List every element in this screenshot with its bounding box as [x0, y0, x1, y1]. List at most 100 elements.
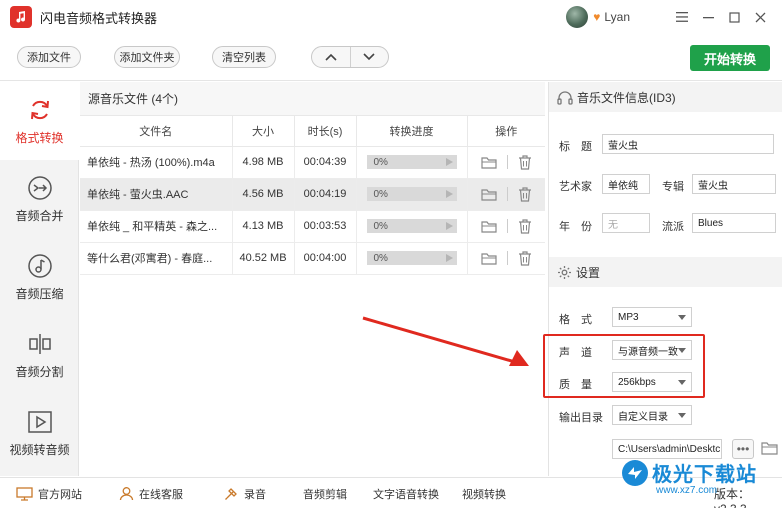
- year-field[interactable]: 无: [602, 213, 650, 233]
- folder-icon[interactable]: [481, 252, 497, 265]
- audio-edit-label: 音频剪辑: [303, 488, 347, 501]
- file-duration-cell: 00:04:00: [294, 242, 357, 275]
- start-convert-button[interactable]: 开始转换: [690, 45, 770, 71]
- title-bar: 闪电音频格式转换器 ♥ Lyan: [0, 0, 782, 34]
- close-button[interactable]: [748, 5, 772, 29]
- official-website-label: 官方网站: [38, 488, 82, 501]
- headphone-icon: [557, 90, 573, 105]
- record-link[interactable]: 录音: [224, 478, 266, 508]
- microphone-icon: [224, 486, 239, 501]
- chevron-down-icon: [678, 413, 686, 418]
- sidebar-item-audio-split[interactable]: 音频分割: [0, 316, 79, 394]
- sidebar-item-label: 视频转音频: [9, 442, 70, 457]
- vip-heart-icon: ♥: [593, 10, 601, 24]
- sidebar-item-label: 音频压缩: [15, 286, 64, 301]
- file-name-cell: 单依纯 - 萤火虫.AAC: [80, 178, 233, 211]
- maximize-button[interactable]: [722, 5, 746, 29]
- actions-cell: [467, 210, 545, 243]
- monitor-icon: [16, 486, 33, 501]
- sidebar-item-video-to-audio[interactable]: 视频转音频: [0, 394, 79, 472]
- sidebar-item-audio-compress[interactable]: 音频压缩: [0, 238, 79, 316]
- artist-field[interactable]: 单依纯: [602, 174, 650, 194]
- clear-list-button[interactable]: 清空列表: [212, 46, 276, 68]
- folder-icon[interactable]: [481, 156, 497, 169]
- official-website-link[interactable]: 官方网站: [16, 478, 82, 508]
- sidebar-item-format-convert[interactable]: 格式转换: [0, 82, 79, 160]
- chevron-up-icon: [325, 53, 337, 61]
- trash-icon[interactable]: [518, 154, 532, 170]
- user-name[interactable]: Lyan: [604, 10, 630, 24]
- move-up-button[interactable]: [312, 47, 350, 67]
- menu-icon: [676, 12, 688, 22]
- sidebar-item-audio-merge[interactable]: 音频合并: [0, 160, 79, 238]
- online-support-link[interactable]: 在线客服: [119, 478, 183, 508]
- user-avatar[interactable]: [566, 6, 589, 28]
- watermark-url: www.xz7.com: [656, 485, 718, 496]
- format-value: MP3: [618, 311, 639, 323]
- id3-section-title: 音乐文件信息(ID3): [577, 90, 676, 105]
- file-name-cell: 单依纯 _ 和平精英 - 森之...: [80, 210, 233, 243]
- actions-cell: [467, 146, 545, 179]
- app-logo-icon: [10, 6, 32, 28]
- close-icon: [755, 12, 765, 22]
- video-convert-link[interactable]: 视频转换: [462, 478, 506, 508]
- add-folder-button[interactable]: 添加文件夹: [114, 46, 180, 68]
- file-duration-cell: 00:04:39: [294, 146, 357, 179]
- move-down-button[interactable]: [349, 47, 389, 67]
- output-dir-select[interactable]: 自定义目录: [612, 405, 692, 425]
- table-row[interactable]: 单依纯 - 萤火虫.AAC 4.56 MB 00:04:19 0%: [80, 178, 545, 211]
- folder-icon[interactable]: [481, 220, 497, 233]
- menu-button[interactable]: [670, 5, 694, 29]
- text-to-speech-label: 文字语音转换: [373, 488, 439, 501]
- sidebar-item-label: 音频合并: [15, 208, 64, 223]
- progress-cell: 0%: [356, 242, 468, 275]
- minimize-button[interactable]: [696, 5, 720, 29]
- file-size-cell: 4.98 MB: [232, 146, 295, 179]
- progress-cell: 0%: [356, 210, 468, 243]
- file-duration-cell: 00:04:19: [294, 178, 357, 211]
- video-convert-label: 视频转换: [462, 488, 506, 501]
- table-row[interactable]: 单依纯 _ 和平精英 - 森之... 4.13 MB 00:03:53 0%: [80, 210, 545, 243]
- artist-label: 艺术家: [559, 181, 592, 193]
- progress-bar: 0%: [366, 251, 457, 265]
- trash-icon[interactable]: [518, 250, 532, 266]
- format-select[interactable]: MP3: [612, 307, 692, 327]
- file-list-panel: 源音乐文件 (4个) 文件名 大小 时长(s) 转换进度 操作 单依纯 - 热汤…: [80, 82, 545, 476]
- refresh-icon: [27, 97, 53, 123]
- album-field[interactable]: 萤火虫: [692, 174, 776, 194]
- chevron-down-icon: [678, 315, 686, 320]
- play-icon[interactable]: [445, 222, 453, 230]
- settings-section-header: 设置: [549, 257, 782, 287]
- add-file-button[interactable]: 添加文件: [17, 46, 81, 68]
- trash-icon[interactable]: [518, 186, 532, 202]
- id3-section-header: 音乐文件信息(ID3): [549, 82, 782, 112]
- progress-text: 0%: [373, 252, 388, 264]
- column-header-filename: 文件名: [80, 116, 233, 147]
- move-buttons: [311, 46, 389, 68]
- play-icon[interactable]: [445, 158, 453, 166]
- table-row[interactable]: 单依纯 - 热汤 (100%).m4a 4.98 MB 00:04:39 0%: [80, 146, 545, 179]
- column-header-progress: 转换进度: [356, 116, 468, 147]
- title-field[interactable]: 萤火虫: [602, 134, 774, 154]
- output-dir-label: 输出目录: [559, 412, 603, 424]
- file-size-cell: 4.56 MB: [232, 178, 295, 211]
- right-panel: 音乐文件信息(ID3) 标 题 萤火虫 艺术家 单依纯 专辑 萤火虫 年 份 无…: [548, 82, 782, 476]
- trash-icon[interactable]: [518, 218, 532, 234]
- column-header-duration: 时长(s): [294, 116, 357, 147]
- column-header-actions: 操作: [467, 116, 545, 147]
- progress-bar: 0%: [366, 219, 457, 233]
- play-icon[interactable]: [445, 254, 453, 262]
- text-to-speech-link[interactable]: 文字语音转换: [373, 478, 439, 508]
- folder-icon[interactable]: [481, 188, 497, 201]
- settings-section-title: 设置: [576, 265, 601, 280]
- progress-text: 0%: [373, 220, 388, 232]
- genre-field[interactable]: Blues: [692, 213, 776, 233]
- play-icon[interactable]: [445, 190, 453, 198]
- progress-bar: 0%: [366, 187, 457, 201]
- watermark-text: 极光下载站: [652, 464, 757, 486]
- user-support-icon: [119, 486, 134, 501]
- table-row[interactable]: 等什么君(邓寓君) - 春庭... 40.52 MB 00:04:00 0%: [80, 242, 545, 275]
- audio-edit-link[interactable]: 音频剪辑: [303, 478, 347, 508]
- chevron-down-icon: [363, 53, 375, 61]
- file-size-cell: 4.13 MB: [232, 210, 295, 243]
